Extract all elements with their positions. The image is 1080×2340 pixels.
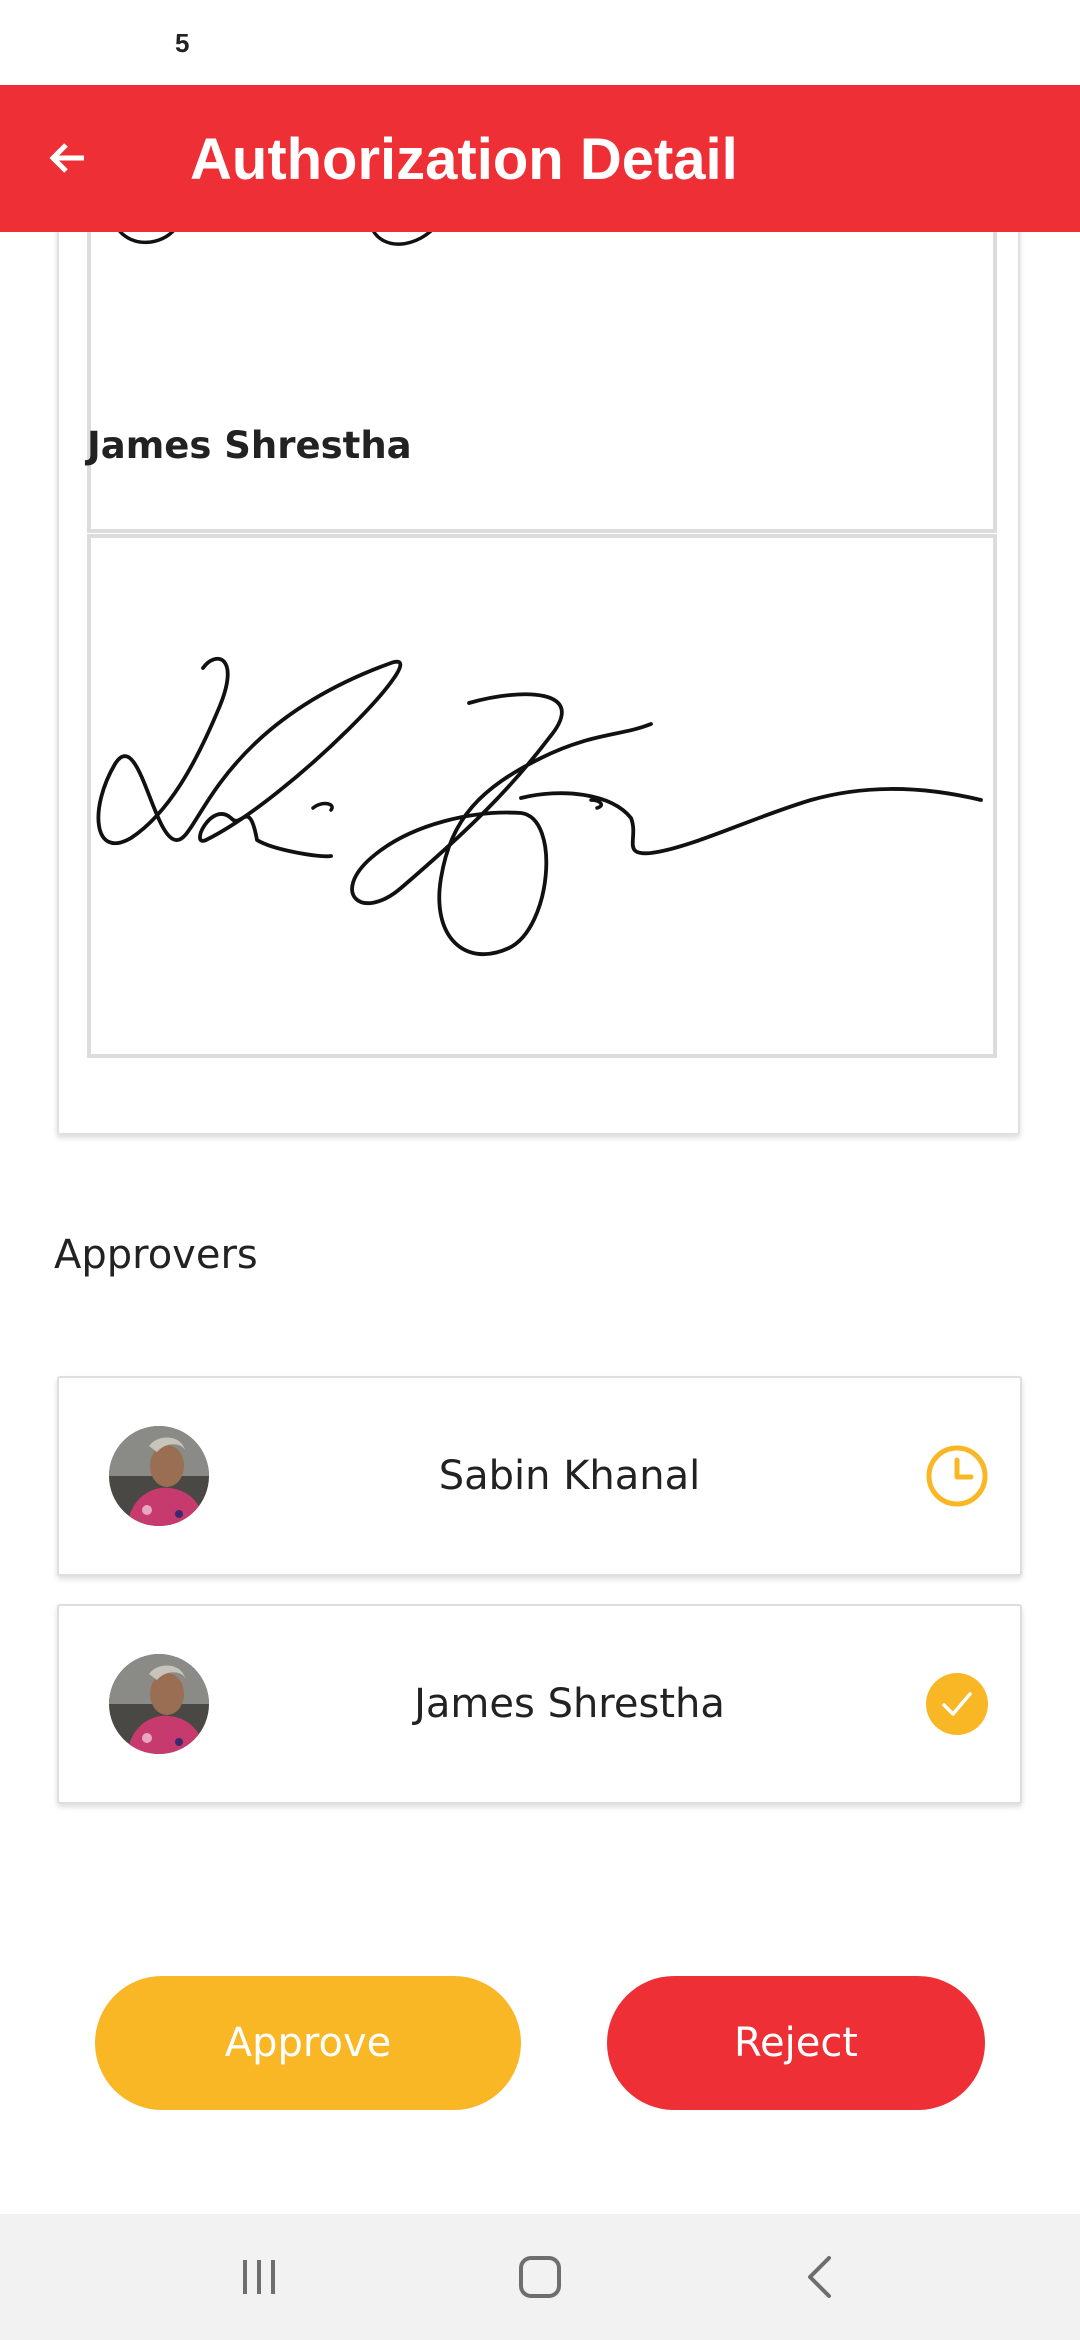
avatar bbox=[109, 1426, 209, 1526]
status-bar: 5 bbox=[0, 0, 1080, 85]
approver-name: Sabin Khanal bbox=[438, 1453, 701, 1499]
avatar-image bbox=[109, 1654, 209, 1754]
approver-row[interactable]: Sabin Khanal bbox=[57, 1376, 1022, 1576]
signature-image bbox=[96, 657, 983, 957]
signer-name: James Shrestha bbox=[87, 424, 412, 467]
back-button[interactable] bbox=[28, 118, 108, 198]
clock-icon bbox=[926, 1445, 988, 1507]
status-time: 5 bbox=[175, 28, 190, 58]
avatar-image bbox=[109, 1426, 209, 1526]
approve-button[interactable]: Approve bbox=[95, 1976, 521, 2110]
signature-card: James Shrestha bbox=[57, 160, 1020, 1135]
signature-image bbox=[113, 226, 439, 246]
arrow-left-icon bbox=[49, 143, 84, 173]
back-nav-button[interactable] bbox=[781, 2237, 861, 2317]
approver-row[interactable]: James Shrestha bbox=[57, 1604, 1022, 1804]
home-button[interactable] bbox=[500, 2237, 580, 2317]
check-circle-icon bbox=[926, 1673, 988, 1735]
signature-box bbox=[87, 534, 997, 1058]
approvers-section-title: Approvers bbox=[54, 1232, 258, 1278]
system-navigation-bar bbox=[0, 2214, 1080, 2340]
recent-apps-button[interactable] bbox=[219, 2237, 299, 2317]
home-icon bbox=[519, 2256, 561, 2298]
page-title: Authorization Detail bbox=[190, 127, 738, 192]
recent-apps-icon bbox=[243, 2260, 275, 2294]
signature-box bbox=[87, 222, 997, 533]
avatar bbox=[109, 1654, 209, 1754]
back-icon bbox=[808, 2256, 831, 2298]
reject-button[interactable]: Reject bbox=[607, 1976, 985, 2110]
approver-name: James Shrestha bbox=[414, 1681, 725, 1727]
app-bar: Authorization Detail bbox=[0, 85, 1080, 232]
